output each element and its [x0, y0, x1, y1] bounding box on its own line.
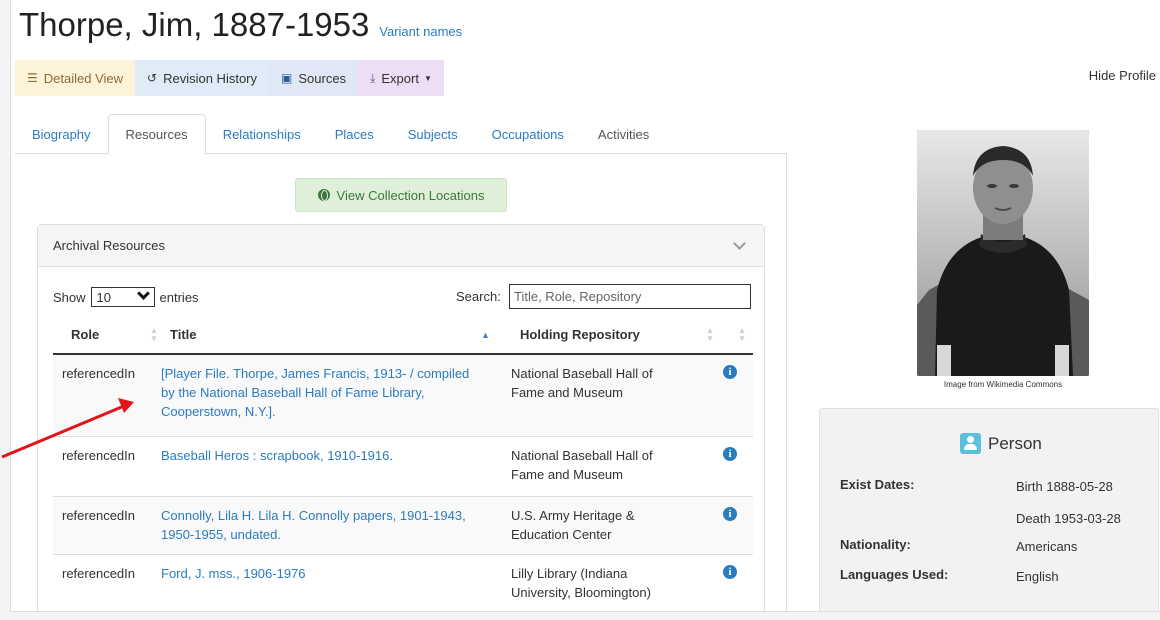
- resources-tab-content: View Collection Locations Archival Resou…: [15, 154, 787, 611]
- exist-dates-label: Exist Dates:: [840, 477, 915, 492]
- tab-occupations[interactable]: Occupations: [475, 114, 581, 154]
- chevron-down-icon: [136, 287, 150, 300]
- repository-cell: U.S. Army Heritage & Education Center: [511, 508, 635, 542]
- column-header-title[interactable]: Title: [170, 327, 197, 342]
- info-icon[interactable]: i: [723, 365, 737, 379]
- search-label: Search:: [456, 289, 501, 304]
- entries-select-value: 10: [96, 289, 111, 305]
- revision-history-label: Revision History: [163, 70, 258, 86]
- tab-relationships[interactable]: Relationships: [206, 114, 318, 154]
- birth-date: Birth 1888-05-28: [1016, 479, 1113, 494]
- export-label: Export: [381, 70, 419, 86]
- sliders-icon: ☰: [27, 71, 38, 85]
- archival-resources-panel: Archival Resources Show 10 entries Searc…: [37, 224, 765, 611]
- title-link[interactable]: Ford, J. mss., 1906-1976: [161, 564, 481, 583]
- title-row: Thorpe, Jim, 1887-1953 Variant names: [19, 6, 462, 44]
- sort-icon[interactable]: ▲ ▼: [706, 327, 714, 343]
- toolbar: ☰ Detailed View ↺ Revision History ▣ Sou…: [15, 60, 444, 96]
- archive-icon: ▣: [281, 71, 293, 85]
- nationality-label: Nationality:: [840, 537, 911, 552]
- table-controls: Show 10 entries Search:: [53, 284, 753, 310]
- export-dropdown[interactable]: ⤓ Export ▼: [358, 60, 444, 96]
- caret-down-icon: ▼: [423, 73, 432, 83]
- info-icon[interactable]: i: [723, 447, 737, 461]
- tab-subjects[interactable]: Subjects: [391, 114, 475, 154]
- role-cell: referencedIn: [62, 448, 135, 463]
- table-row: referencedIn [Player File. Thorpe, James…: [53, 355, 753, 437]
- history-icon: ↺: [147, 71, 158, 85]
- table-row: referencedIn Ford, J. mss., 1906-1976 Li…: [53, 555, 753, 611]
- tab-resources[interactable]: Resources: [107, 114, 206, 155]
- user-icon: [960, 433, 981, 454]
- nationality-value: Americans: [1016, 539, 1078, 554]
- entries-select[interactable]: 10: [90, 287, 155, 307]
- archival-resources-title: Archival Resources: [53, 238, 165, 253]
- column-header-role[interactable]: Role: [71, 327, 99, 342]
- role-cell: referencedIn: [62, 566, 135, 581]
- tab-activities[interactable]: Activities: [581, 114, 666, 154]
- hide-profile-link[interactable]: Hide Profile: [1089, 68, 1156, 83]
- view-collection-locations-button[interactable]: View Collection Locations: [295, 178, 507, 212]
- download-icon: ⤓: [370, 70, 376, 85]
- sources-button[interactable]: ▣ Sources: [269, 60, 359, 96]
- role-cell: referencedIn: [62, 366, 135, 381]
- sort-icon[interactable]: ▲ ▼: [150, 327, 158, 343]
- profile-photo: [917, 130, 1089, 376]
- title-link[interactable]: Connolly, Lila H. Lila H. Connolly paper…: [161, 506, 481, 544]
- title-link[interactable]: Baseball Heros : scrapbook, 1910-1916.: [161, 446, 481, 465]
- languages-used-value: English: [1016, 569, 1059, 584]
- death-date: Death 1953-03-28: [1016, 511, 1121, 526]
- person-info-panel: Person Exist Dates: Birth 1888-05-28 Dea…: [819, 408, 1159, 611]
- tab-places[interactable]: Places: [318, 114, 391, 154]
- sources-label: Sources: [298, 70, 347, 86]
- languages-used-label: Languages Used:: [840, 567, 949, 582]
- photo-caption: Image from Wikimedia Commons: [943, 380, 1063, 389]
- page-length-control: Show 10 entries: [53, 287, 199, 307]
- show-label: Show: [53, 289, 86, 305]
- tab-bar: Biography Resources Relationships Places…: [15, 114, 787, 155]
- archival-resources-table: Role ▲ ▼ Title ▲ Holding Repository ▲ ▼ ▲ ▼…: [53, 317, 753, 611]
- repository-cell: Lilly Library (Indiana University, Bloom…: [511, 566, 651, 600]
- detailed-view-label: Detailed View: [43, 70, 124, 86]
- table-row: referencedIn Baseball Heros : scrapbook,…: [53, 437, 753, 497]
- page-title: Thorpe, Jim, 1887-1953: [19, 6, 370, 43]
- entries-label: entries: [159, 289, 199, 305]
- sort-ascending-icon[interactable]: ▲: [481, 330, 490, 340]
- person-heading-label: Person: [988, 433, 1042, 453]
- revision-history-button[interactable]: ↺ Revision History: [135, 60, 270, 96]
- title-link[interactable]: [Player File. Thorpe, James Francis, 191…: [161, 364, 481, 421]
- portrait-image: [917, 130, 1089, 376]
- detailed-view-button[interactable]: ☰ Detailed View: [15, 60, 136, 96]
- page: Thorpe, Jim, 1887-1953 Variant names ☰ D…: [10, 0, 1160, 612]
- repository-cell: National Baseball Hall of Fame and Museu…: [511, 448, 653, 482]
- column-header-holding-repository[interactable]: Holding Repository: [520, 327, 640, 342]
- person-heading: Person: [960, 433, 1042, 454]
- info-icon[interactable]: i: [723, 507, 737, 521]
- table-header: Role ▲ ▼ Title ▲ Holding Repository ▲ ▼ ▲ ▼: [53, 317, 753, 355]
- archival-resources-header[interactable]: Archival Resources: [38, 225, 764, 267]
- repository-cell: National Baseball Hall of Fame and Museu…: [511, 366, 653, 400]
- sort-icon[interactable]: ▲ ▼: [738, 327, 746, 343]
- tab-biography[interactable]: Biography: [15, 114, 108, 154]
- variant-names-link[interactable]: Variant names: [379, 24, 462, 39]
- info-icon[interactable]: i: [723, 565, 737, 579]
- view-collection-locations-label: View Collection Locations: [336, 187, 485, 203]
- globe-icon: [317, 189, 330, 201]
- search-input[interactable]: [509, 284, 751, 309]
- role-cell: referencedIn: [62, 508, 135, 523]
- chevron-down-icon[interactable]: [733, 237, 746, 250]
- table-row: referencedIn Connolly, Lila H. Lila H. C…: [53, 497, 753, 555]
